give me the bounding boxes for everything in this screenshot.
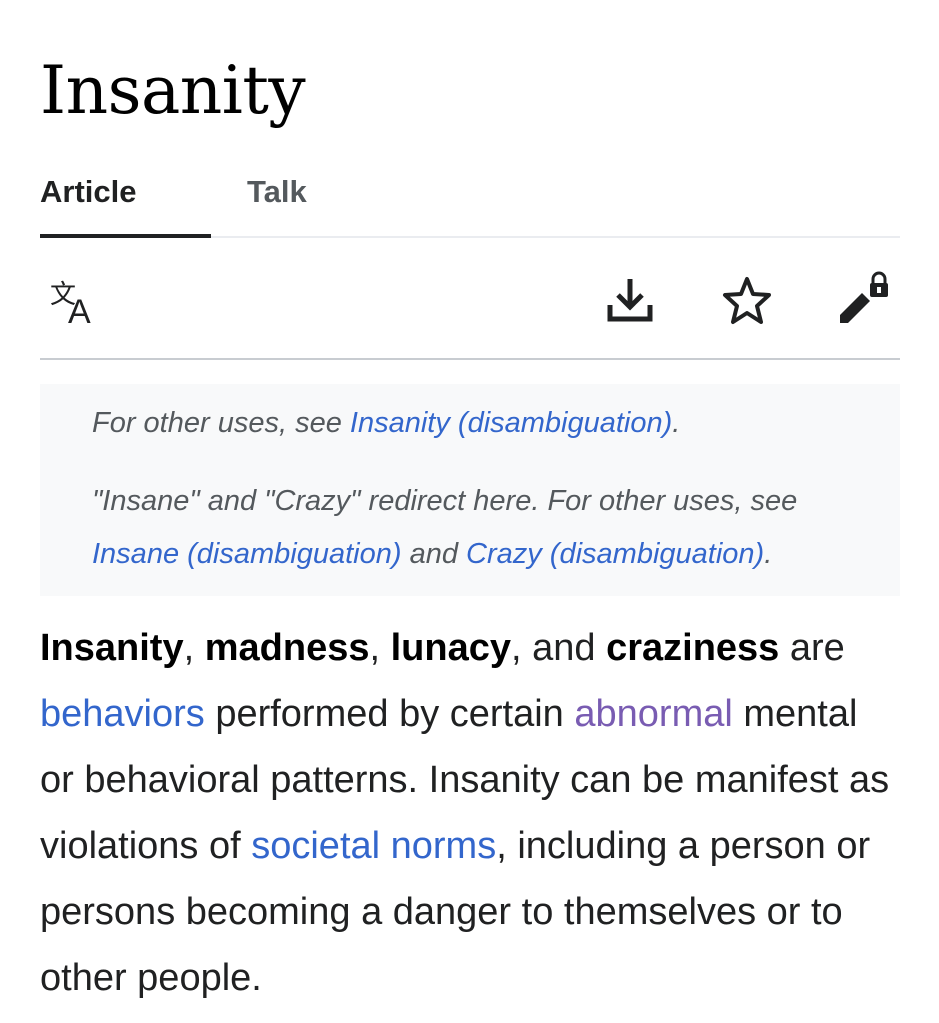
page-tabs: Article Talk <box>40 170 900 238</box>
bold-term: craziness <box>606 627 780 669</box>
tab-article[interactable]: Article <box>40 174 136 210</box>
language-icon[interactable]: 文 A <box>46 271 106 331</box>
hatnote-box: For other uses, see Insanity (disambigua… <box>40 384 900 596</box>
link-insanity-disambiguation[interactable]: Insanity (disambiguation) <box>350 407 672 439</box>
star-icon[interactable] <box>717 271 777 331</box>
link-crazy-disambiguation[interactable]: Crazy (disambiguation) <box>466 538 764 570</box>
page-actions-toolbar: 文 A <box>40 238 900 360</box>
bold-term: madness <box>204 627 370 669</box>
paragraph-text: performed by certain <box>204 693 575 735</box>
link-societal-norms[interactable]: societal norms <box>251 825 496 867</box>
hatnote-line-2: "Insane" and "Crazy" redirect here. For … <box>92 475 862 581</box>
download-icon[interactable] <box>600 271 660 331</box>
paragraph-text: , <box>183 627 205 669</box>
tab-talk[interactable]: Talk <box>247 174 307 210</box>
paragraph-text: , <box>369 627 391 669</box>
link-insane-disambiguation[interactable]: Insane (disambiguation) <box>92 538 402 570</box>
hatnote-line-1: For other uses, see Insanity (disambigua… <box>92 397 680 450</box>
intro-paragraph: Insanity, madness, lunacy, and craziness… <box>40 615 900 1011</box>
hatnote-text: For other uses, see <box>92 407 350 439</box>
hatnote-text: . <box>672 407 681 439</box>
edit-locked-icon[interactable] <box>832 271 892 331</box>
paragraph-text: are <box>779 627 845 669</box>
bold-term: lunacy <box>390 627 511 669</box>
link-abnormal[interactable]: abnormal <box>574 693 732 735</box>
hatnote-text: . <box>764 538 773 570</box>
svg-text:A: A <box>68 293 91 331</box>
link-behaviors[interactable]: behaviors <box>40 693 205 735</box>
paragraph-text: , and <box>511 627 607 669</box>
bold-term: Insanity <box>40 627 184 669</box>
page-title: Insanity <box>40 52 306 129</box>
hatnote-text: "Insane" and "Crazy" redirect here. For … <box>92 485 798 517</box>
hatnote-text: and <box>401 538 467 570</box>
